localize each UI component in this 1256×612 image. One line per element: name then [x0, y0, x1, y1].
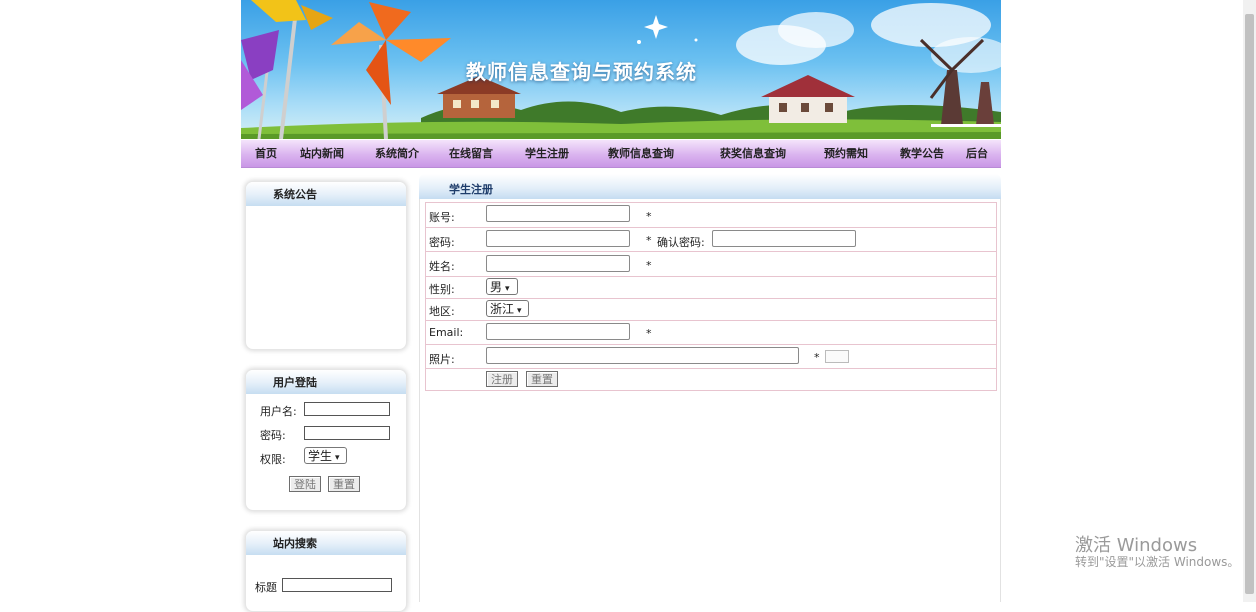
- vertical-scrollbar-thumb[interactable]: [1245, 14, 1254, 594]
- gender-label: 性别:: [429, 283, 455, 296]
- role-select-value: 学生: [308, 449, 333, 463]
- registration-form: 账号: * 密码: * 确认密码: 姓名: * 性别: 男▾ 地区: 浙江▾: [425, 202, 997, 391]
- form-row-password: 密码: * 确认密码:: [426, 227, 996, 252]
- role-select[interactable]: 学生 ▾: [304, 447, 347, 464]
- nav-appointment-notice[interactable]: 预约需知: [824, 140, 868, 167]
- search-input[interactable]: [282, 578, 392, 592]
- form-row-account: 账号: *: [426, 203, 996, 228]
- gender-select[interactable]: 男 ▾: [486, 278, 518, 295]
- email-input[interactable]: [486, 323, 630, 340]
- form-row-photo: 照片: *: [426, 344, 996, 369]
- form-row-region: 地区: 浙江 ▾: [426, 298, 996, 321]
- nav-admin[interactable]: 后台: [966, 140, 988, 167]
- nav-system-intro[interactable]: 系统简介: [375, 140, 419, 167]
- chevron-down-icon: ▾: [505, 284, 510, 294]
- site-title: 教师信息查询与预约系统: [466, 60, 697, 84]
- password-required-mark: *: [646, 234, 652, 247]
- password-input[interactable]: [304, 426, 390, 440]
- login-reset-button[interactable]: 重置: [328, 476, 360, 492]
- form-row-email: Email: *: [426, 320, 996, 345]
- nav-guestbook[interactable]: 在线留言: [449, 140, 493, 167]
- region-label: 地区:: [429, 305, 455, 318]
- nav-student-register[interactable]: 学生注册: [525, 140, 569, 167]
- register-button[interactable]: 注册: [486, 371, 518, 387]
- announcement-box: 系统公告: [245, 181, 407, 350]
- login-button[interactable]: 登陆: [289, 476, 321, 492]
- form-row-name: 姓名: *: [426, 251, 996, 277]
- search-title: 站内搜索: [246, 531, 406, 555]
- confirm-password-label: 确认密码:: [657, 236, 705, 249]
- nav-award-query[interactable]: 获奖信息查询: [720, 140, 786, 167]
- name-label: 姓名:: [429, 260, 455, 273]
- region-select[interactable]: 浙江 ▾: [486, 300, 529, 317]
- name-input[interactable]: [486, 255, 630, 272]
- username-label: 用户名:: [260, 405, 297, 418]
- main-nav: 首页 站内新闻 系统简介 在线留言 学生注册 教师信息查询 获奖信息查询 预约需…: [241, 140, 1001, 168]
- photo-preview-image: [825, 350, 849, 363]
- role-label: 权限:: [260, 453, 286, 466]
- email-label: Email:: [429, 326, 464, 339]
- email-required-mark: *: [646, 327, 652, 340]
- password-field[interactable]: [486, 230, 630, 247]
- nav-home[interactable]: 首页: [255, 140, 277, 167]
- page-title: 学生注册: [449, 183, 493, 196]
- page-container: 教师信息查询与预约系统 首页 站内新闻 系统简介 在线留言 学生注册 教师信息查…: [241, 0, 1001, 612]
- photo-input[interactable]: [486, 347, 799, 364]
- login-title: 用户登陆: [246, 370, 406, 394]
- nav-news[interactable]: 站内新闻: [300, 140, 344, 167]
- form-row-actions: 注册 重置: [426, 368, 996, 389]
- form-reset-button[interactable]: 重置: [526, 371, 558, 387]
- chevron-down-icon: ▾: [517, 306, 522, 316]
- announcement-title: 系统公告: [246, 182, 406, 206]
- chevron-down-icon: ▾: [335, 453, 340, 463]
- nav-teaching-announcement[interactable]: 教学公告: [900, 140, 944, 167]
- name-required-mark: *: [646, 259, 652, 272]
- form-row-gender: 性别: 男 ▾: [426, 276, 996, 299]
- main-panel-header: 学生注册: [419, 174, 1001, 199]
- password-label: 密码:: [260, 429, 286, 442]
- login-box: 用户登陆 用户名: 密码: 权限: 学生 ▾ 登陆 重置: [245, 369, 407, 511]
- header-banner: 教师信息查询与预约系统: [241, 0, 1001, 139]
- search-box: 站内搜索 标题: [245, 530, 407, 612]
- nav-teacher-query[interactable]: 教师信息查询: [608, 140, 674, 167]
- search-title-label: 标题: [255, 581, 277, 594]
- account-required-mark: *: [646, 210, 652, 223]
- password-field-label: 密码:: [429, 236, 455, 249]
- account-input[interactable]: [486, 205, 630, 222]
- region-select-value: 浙江: [490, 302, 515, 316]
- account-label: 账号:: [429, 211, 455, 224]
- confirm-password-field[interactable]: [712, 230, 856, 247]
- username-input[interactable]: [304, 402, 390, 416]
- photo-required-mark: *: [814, 351, 820, 364]
- photo-label: 照片:: [429, 353, 455, 366]
- windows-activation-watermark-subtitle: 转到"设置"以激活 Windows。: [1075, 555, 1240, 569]
- gender-select-value: 男: [490, 280, 503, 294]
